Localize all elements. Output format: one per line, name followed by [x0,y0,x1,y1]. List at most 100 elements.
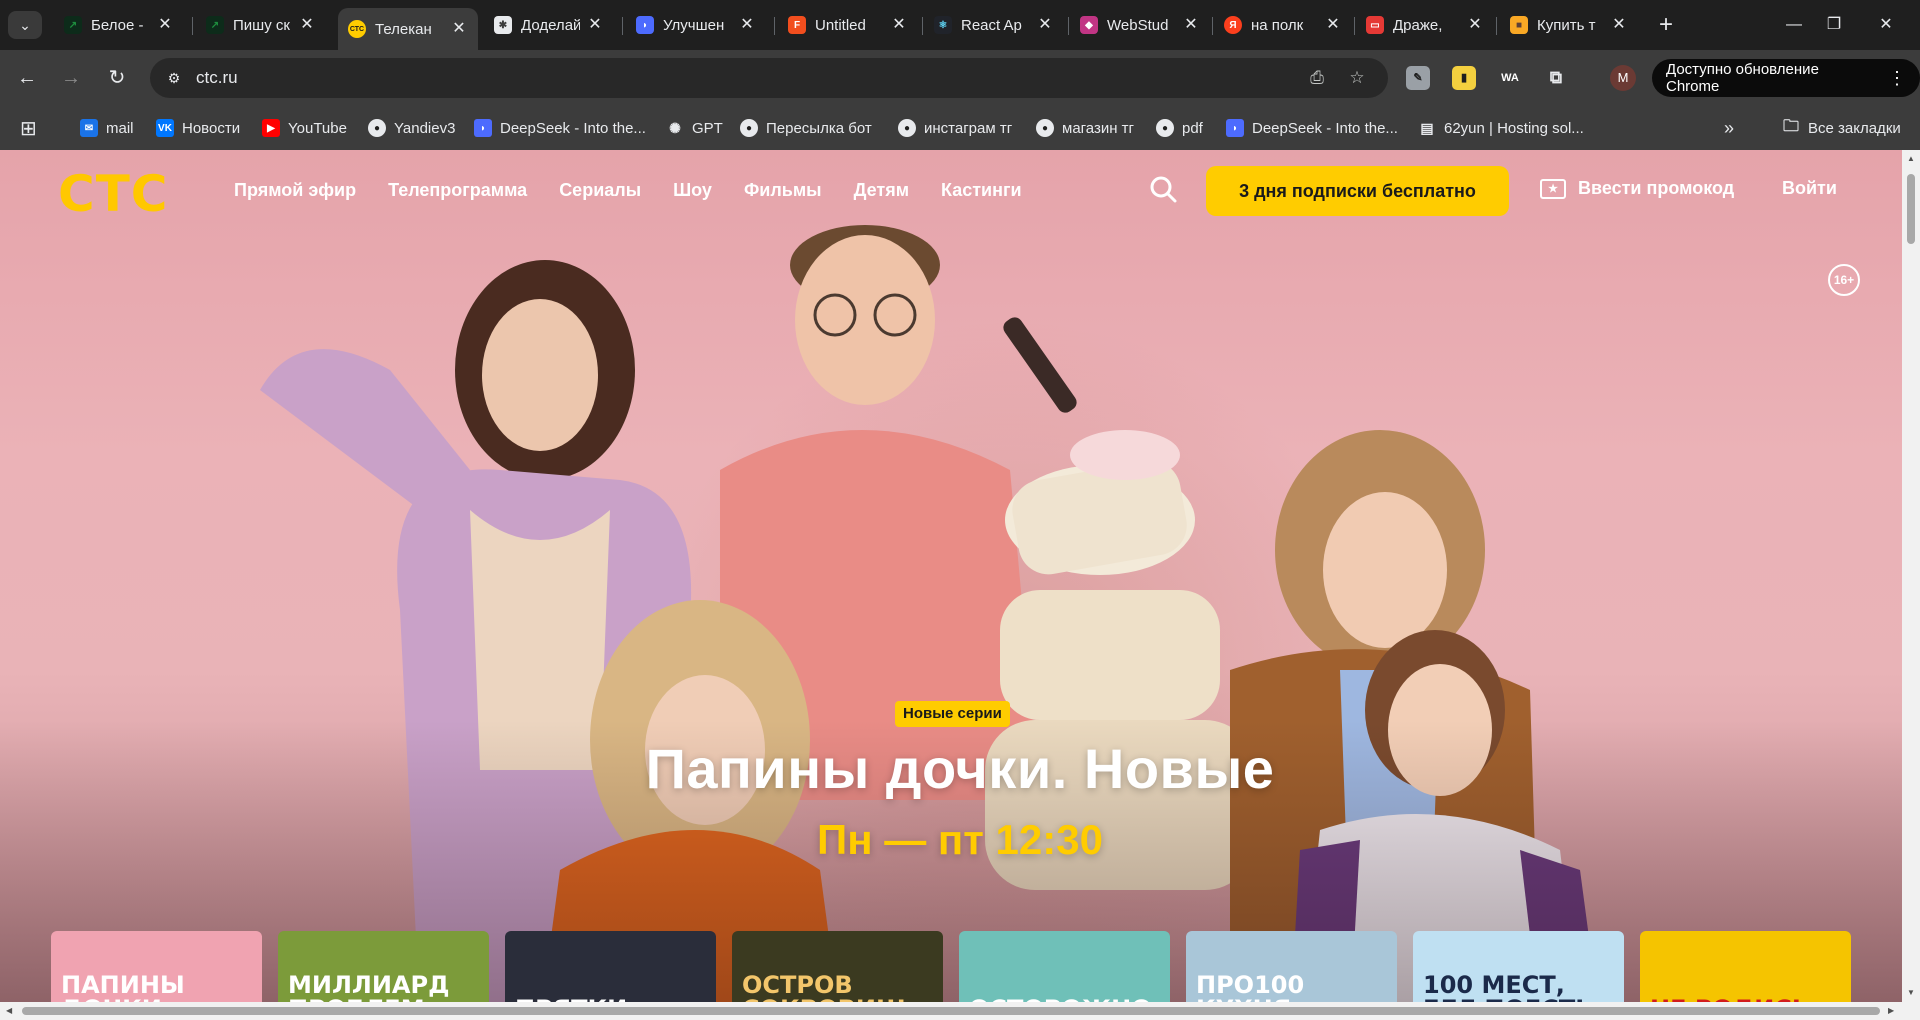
close-icon[interactable]: ✕ [156,16,174,34]
bookmark-deepseek-1[interactable]: ◗ DeepSeek - Into the... [474,117,646,139]
extension-bookmark-icon[interactable]: ✎ [1406,66,1430,90]
search-icon[interactable] [1148,174,1178,204]
scroll-up-icon[interactable]: ▲ [1906,154,1916,163]
nav-castings[interactable]: Кастинги [941,180,1022,201]
react-icon: ⚛ [934,16,952,34]
github-icon: ● [368,119,386,137]
scroll-down-icon[interactable]: ▼ [1906,988,1916,997]
reload-button[interactable]: ↻ [102,63,132,93]
apps-grid-button[interactable]: ⊞ [20,117,37,140]
scroll-left-icon[interactable]: ◀ [6,1006,12,1015]
new-tab-button[interactable]: + [1652,12,1680,40]
chevron-down-icon: ⌄ [19,16,31,33]
vk-icon: VK [156,119,174,137]
tab-5[interactable]: F Untitled ✕ [778,8,918,42]
ticket-star-icon: ★ [1540,178,1566,199]
bookmark-62yun[interactable]: ▤ 62yun | Hosting sol... [1418,117,1583,139]
bookmark-yandiev3[interactable]: ● Yandiev3 [368,117,455,139]
deepseek-icon: ◗ [1226,119,1244,137]
figma-icon: F [788,16,806,34]
tab-3[interactable]: ✱ Доделай ✕ [484,8,614,42]
extension-yellow-icon[interactable]: ▮ [1452,66,1476,90]
tab-0[interactable]: ↗ Белое - ✕ [54,8,184,42]
all-bookmarks-button[interactable]: 🗀 Все закладки [1782,117,1901,139]
tab-6[interactable]: ⚛ React Ap ✕ [924,8,1064,42]
new-episodes-badge: Новые серии [895,701,1010,727]
nav-shows[interactable]: Шоу [673,180,712,201]
site-settings-icon[interactable]: ⚙ [164,68,184,88]
red-box-icon: ▭ [1366,16,1384,34]
bookmark-youtube[interactable]: ▶ YouTube [262,117,347,139]
green-arrow-icon: ↗ [206,16,224,34]
promo-code-button[interactable]: ★ Ввести промокод [1540,178,1734,199]
close-icon[interactable]: ✕ [1466,16,1484,34]
forward-button[interactable]: → [56,63,86,93]
bookmark-gpt[interactable]: ✺ GPT [666,117,723,139]
login-button[interactable]: Войти [1782,178,1837,199]
bookmark-star-icon[interactable]: ☆ [1346,67,1368,89]
bookmark-instagram-tg[interactable]: ● инстаграм тг [898,117,1012,139]
tab-8[interactable]: Я на полк ✕ [1214,8,1352,42]
nav-series[interactable]: Сериалы [559,180,641,201]
close-icon[interactable]: ✕ [586,16,604,34]
extension-wa-icon[interactable]: WA [1498,66,1522,90]
tab-2-active[interactable]: СТС Телекан ✕ [338,8,478,50]
profile-avatar[interactable]: M [1610,65,1636,91]
bookmarks-overflow-button[interactable]: » [1724,117,1734,139]
tab-search-button[interactable]: ⌄ [8,11,42,39]
bookmark-deepseek-2[interactable]: ◗ DeepSeek - Into the... [1226,117,1398,139]
restore-button[interactable]: ❐ [1814,10,1854,40]
close-icon[interactable]: ✕ [1324,16,1342,34]
url-text[interactable]: ctc.ru [196,68,238,88]
nav-tv-program[interactable]: Телепрограмма [388,180,527,201]
green-arrow-icon: ↗ [64,16,82,34]
nav-movies[interactable]: Фильмы [744,180,822,201]
bookmark-shop-tg[interactable]: ● магазин тг [1036,117,1134,139]
extensions-puzzle-icon[interactable]: ⧉ [1544,66,1568,90]
yandex-icon: Я [1224,16,1242,34]
hero-title[interactable]: Папины дочки. Новые [0,736,1920,801]
bookmark-pdf[interactable]: ● pdf [1156,117,1203,139]
vertical-scrollbar[interactable]: ▲ ▼ [1902,150,1920,1020]
tab-10[interactable]: ■ Купить т ✕ [1500,8,1638,42]
chrome-update-button[interactable]: Доступно обновление Chrome ⋮ [1652,59,1920,97]
more-menu-icon[interactable]: ⋮ [1888,68,1906,89]
bookmark-news[interactable]: VK Новости [156,117,240,139]
bookmark-mail[interactable]: ✉ mail [80,117,134,139]
close-icon[interactable]: ✕ [450,20,468,38]
horizontal-scrollbar[interactable]: ◀ ▶ [0,1002,1902,1020]
tab-9[interactable]: ▭ Драже, ✕ [1356,8,1494,42]
nav-live[interactable]: Прямой эфир [234,180,356,201]
ctc-logo[interactable]: СТС [58,169,169,219]
install-app-icon[interactable]: ⎙ [1306,67,1328,89]
close-icon[interactable]: ✕ [1610,16,1628,34]
close-icon[interactable]: ✕ [738,16,756,34]
horizontal-scroll-thumb[interactable] [22,1007,1880,1015]
close-icon[interactable]: ✕ [298,16,316,34]
close-window-button[interactable]: ✕ [1866,10,1906,40]
tab-7[interactable]: ◆ WebStud ✕ [1070,8,1210,42]
ctc-icon: СТС [348,20,366,38]
vertical-scroll-thumb[interactable] [1907,174,1915,244]
webstudio-icon: ◆ [1080,16,1098,34]
free-subscription-button[interactable]: 3 дня подписки бесплатно [1206,166,1509,216]
address-bar[interactable]: ⚙ ctc.ru ⎙ ☆ [150,58,1388,98]
tab-strip: ⌄ ↗ Белое - ✕ ↗ Пишу ск ✕ СТС Телекан ✕ … [0,0,1920,50]
youtube-icon: ▶ [262,119,280,137]
hero-banner[interactable]: СТС Прямой эфир Телепрограмма Сериалы Шо… [0,150,1902,1020]
tab-4[interactable]: ◗ Улучшен ✕ [626,8,766,42]
close-icon[interactable]: ✕ [1182,16,1200,34]
bookmark-forward-bot[interactable]: ● Пересылка бот [740,117,872,139]
hero-schedule: Пн — пт 12:30 [817,816,1103,863]
close-icon[interactable]: ✕ [890,16,908,34]
minimize-button[interactable]: — [1774,10,1814,40]
scroll-right-icon[interactable]: ▶ [1888,1006,1894,1015]
page-viewport: СТС Прямой эфир Телепрограмма Сериалы Шо… [0,150,1920,1020]
close-icon[interactable]: ✕ [1036,16,1054,34]
tab-1[interactable]: ↗ Пишу ск ✕ [196,8,326,42]
back-button[interactable]: ← [12,63,42,93]
deepseek-icon: ◗ [474,119,492,137]
github-icon: ● [898,119,916,137]
nav-kids[interactable]: Детям [854,180,909,201]
mail-icon: ✉ [80,119,98,137]
